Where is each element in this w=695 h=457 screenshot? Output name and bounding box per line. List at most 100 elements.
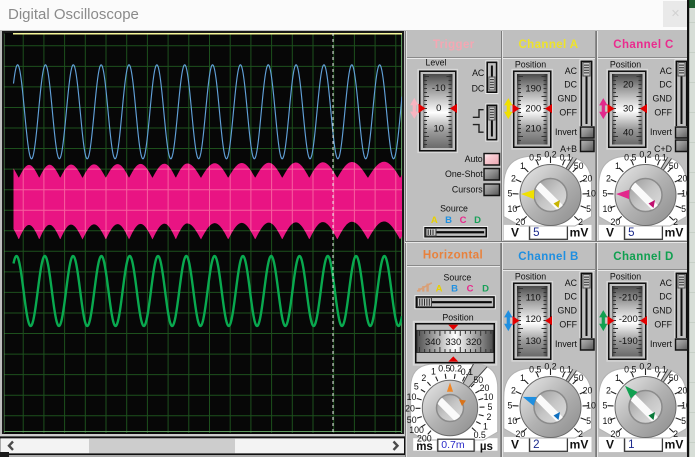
svg-text:340: 340 [425, 337, 441, 348]
svg-text:DC: DC [564, 292, 577, 302]
svg-text:A: A [431, 215, 438, 226]
svg-text:GND: GND [557, 306, 577, 316]
svg-text:AC: AC [565, 278, 578, 288]
svg-text:190: 190 [525, 84, 541, 95]
svg-text:D: D [482, 284, 489, 295]
svg-text:0.5: 0.5 [474, 430, 486, 440]
svg-text:OFF: OFF [559, 320, 577, 330]
svg-text:0.2: 0.2 [639, 362, 651, 372]
svg-text:10: 10 [508, 204, 518, 214]
svg-text:OFF: OFF [559, 108, 577, 118]
svg-text:130: 130 [525, 336, 541, 347]
svg-text:5: 5 [681, 204, 686, 214]
svg-text:20: 20 [405, 403, 415, 413]
svg-text:5: 5 [488, 402, 493, 412]
svg-text:50: 50 [669, 373, 679, 383]
svg-text:120: 120 [525, 314, 541, 325]
svg-text:Invert: Invert [555, 127, 578, 137]
svg-text:1: 1 [615, 161, 620, 171]
svg-text:V: V [511, 226, 519, 240]
svg-text:AC: AC [565, 66, 578, 76]
svg-text:1: 1 [520, 373, 525, 383]
svg-text:Cursors: Cursors [452, 184, 483, 194]
svg-text:10: 10 [508, 416, 518, 426]
svg-text:2: 2 [606, 386, 611, 396]
svg-text:AC: AC [660, 66, 673, 76]
svg-text:110: 110 [526, 293, 541, 304]
svg-text:2: 2 [511, 174, 516, 184]
svg-text:200: 200 [525, 104, 541, 115]
svg-text:DC: DC [659, 292, 672, 302]
svg-text:20: 20 [678, 386, 688, 396]
svg-text:1: 1 [628, 439, 634, 451]
svg-text:Invert: Invert [650, 127, 673, 137]
svg-text:10: 10 [603, 416, 613, 426]
svg-text:5: 5 [681, 416, 686, 426]
svg-text:5: 5 [508, 401, 513, 411]
svg-text:Horizontal: Horizontal [423, 250, 483, 262]
svg-text:20: 20 [678, 174, 688, 184]
svg-text:Auto: Auto [465, 154, 483, 164]
svg-text:B: B [445, 215, 452, 226]
svg-text:5: 5 [508, 189, 513, 199]
svg-text:mV: mV [665, 226, 684, 240]
svg-text:10: 10 [407, 392, 417, 402]
svg-text:50: 50 [407, 415, 417, 425]
svg-text:mV: mV [570, 226, 589, 240]
svg-text:5: 5 [586, 204, 591, 214]
svg-text:A: A [436, 284, 443, 295]
svg-text:OFF: OFF [654, 320, 672, 330]
svg-text:0.1: 0.1 [655, 365, 667, 375]
svg-text:AC: AC [660, 278, 673, 288]
svg-text:0.1: 0.1 [461, 367, 473, 377]
svg-text:Position: Position [610, 60, 641, 70]
svg-text:C: C [460, 215, 467, 226]
svg-text:Position: Position [515, 60, 546, 70]
svg-text:C: C [467, 284, 474, 295]
svg-text:10: 10 [603, 204, 613, 214]
svg-text:0.5: 0.5 [529, 153, 541, 163]
svg-text:0.1: 0.1 [560, 365, 572, 375]
svg-text:100: 100 [409, 425, 424, 435]
svg-text:-190: -190 [619, 336, 638, 347]
svg-text:GND: GND [557, 94, 577, 104]
svg-text:0.2: 0.2 [639, 150, 651, 160]
svg-text:-200: -200 [619, 314, 638, 325]
svg-text:DC: DC [659, 80, 672, 90]
svg-text:V: V [606, 438, 614, 452]
svg-text:210: 210 [525, 124, 541, 135]
svg-text:0.5: 0.5 [624, 365, 636, 375]
svg-text:0.1: 0.1 [655, 153, 667, 163]
svg-text:AC: AC [472, 68, 485, 78]
svg-text:50: 50 [669, 161, 679, 171]
svg-text:0.5: 0.5 [624, 153, 636, 163]
svg-text:Level: Level [425, 58, 446, 68]
svg-text:µs: µs [480, 441, 493, 453]
svg-text:1: 1 [520, 161, 525, 171]
svg-text:0.5: 0.5 [438, 364, 450, 374]
svg-text:-210: -210 [619, 293, 638, 304]
svg-text:5: 5 [603, 189, 608, 199]
svg-text:1: 1 [615, 373, 620, 383]
svg-text:2: 2 [421, 373, 426, 383]
svg-text:B: B [451, 284, 458, 295]
svg-text:320: 320 [466, 337, 482, 348]
svg-text:5: 5 [603, 401, 608, 411]
svg-text:mV: mV [570, 438, 589, 452]
svg-text:50: 50 [574, 161, 584, 171]
svg-text:20: 20 [583, 174, 593, 184]
svg-text:D: D [474, 215, 481, 226]
svg-text:mV: mV [665, 438, 684, 452]
svg-text:One-Shot: One-Shot [445, 169, 483, 179]
svg-text:2: 2 [487, 412, 492, 422]
svg-text:Channel D: Channel D [613, 251, 673, 263]
svg-text:5: 5 [628, 227, 634, 239]
svg-text:GND: GND [652, 306, 672, 316]
svg-text:5: 5 [586, 416, 591, 426]
svg-text:5: 5 [533, 227, 539, 239]
svg-text:0: 0 [436, 103, 441, 114]
svg-text:Source: Source [443, 273, 471, 283]
svg-text:Source: Source [440, 204, 468, 214]
svg-text:V: V [511, 438, 519, 452]
svg-text:30: 30 [623, 104, 634, 115]
